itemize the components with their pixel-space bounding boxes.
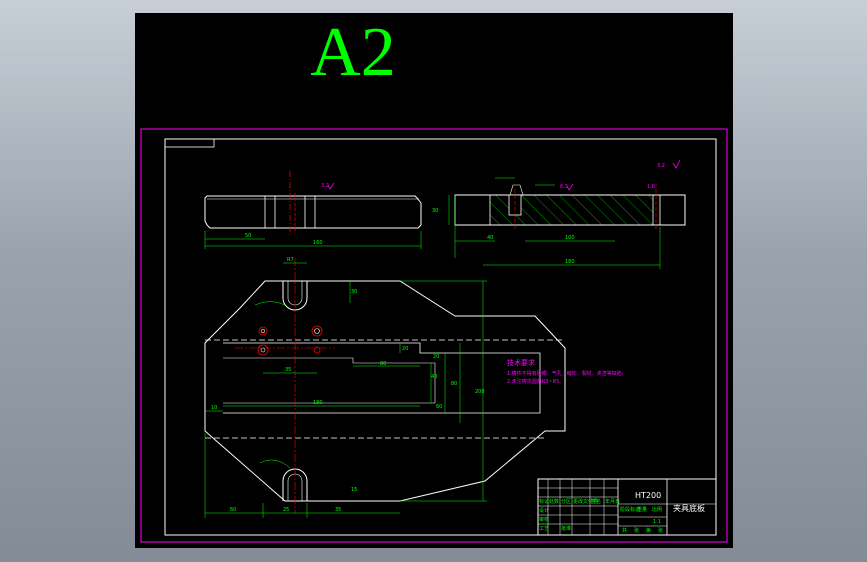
plan-height-c: 40 xyxy=(431,374,437,380)
tb-bottom-2: 张 xyxy=(634,527,639,534)
tb-header-3: 分区 xyxy=(561,498,571,505)
front-width-dim: 160 xyxy=(313,240,323,246)
hole-top-right xyxy=(311,325,323,337)
plan-bottom-left: 60 xyxy=(230,507,236,513)
outer-frame xyxy=(140,128,728,543)
plan-left-offset: 10 xyxy=(211,405,217,411)
section-roughness-mark-right: 1.6 xyxy=(647,184,655,190)
tb-bottom-1: 共 xyxy=(622,527,627,534)
plan-right-margin: 15 xyxy=(351,487,357,493)
plan-height-a: 80 xyxy=(451,381,457,387)
front-left-dim: 50 xyxy=(245,233,251,239)
section-offset-dim: 40 xyxy=(487,235,493,241)
drawing-canvas: A2 3.2 160 50 3.2 180 100 40 30 6.3 1.6 … xyxy=(140,14,728,543)
tb-row-2: 审核 xyxy=(539,516,549,523)
tb-header-2: 处数 xyxy=(549,498,559,505)
plan-view: 200 80 60 40 20 R7 30 180 80 10 35 20 60… xyxy=(204,257,566,518)
plan-inner-span: 20 xyxy=(402,346,408,352)
sheet-size-label: A2 xyxy=(310,14,396,91)
tb-part-name: 夹具底板 xyxy=(673,503,705,513)
tb-bottom-4: 张 xyxy=(658,527,663,534)
tb-row-1: 设计 xyxy=(539,507,549,514)
tech-note-1: 1.铸件不得有砂眼、气孔、缩松、裂纹、夹渣等缺陷; xyxy=(507,370,624,377)
tb-stage-2: 重量 xyxy=(637,506,647,513)
roughness-symbol-icon xyxy=(672,159,681,169)
section-view: 180 100 40 30 6.3 1.6 xyxy=(432,177,686,269)
roughness-mark: 3.2 xyxy=(657,163,665,169)
front-roughness-mark: 3.2 xyxy=(321,183,329,189)
tb-header-5: 签名 xyxy=(591,498,601,505)
tb-header-1: 标记 xyxy=(539,498,549,505)
section-height-dim: 30 xyxy=(432,208,438,214)
drawing-sheet: A2 3.2 160 50 3.2 180 100 40 30 6.3 1.6 … xyxy=(135,13,733,548)
plan-slot-height: 30 xyxy=(351,289,357,295)
section-overall-dim: 180 xyxy=(565,259,575,265)
plan-outline xyxy=(204,280,566,502)
section-roughness-mark: 6.3 xyxy=(560,184,568,190)
title-block: 标记 处数 分区 更改文件号 签名 年月日 设计 审核 工艺 批准 HT200 … xyxy=(537,478,717,536)
plan-hole-spacing: 35 xyxy=(285,367,291,373)
front-view-outline xyxy=(204,195,422,229)
tech-note-2: 2.未注铸造圆角R3~R5。 xyxy=(507,378,564,385)
plan-height-d: 20 xyxy=(433,354,439,360)
tb-row-3: 工艺 xyxy=(539,526,549,532)
plan-height-b: 60 xyxy=(436,404,442,410)
tb-material: HT200 xyxy=(635,491,661,500)
plan-mid-width: 80 xyxy=(380,361,386,367)
plan-bottom-mid: 25 xyxy=(283,507,289,513)
tb-header-6: 年月日 xyxy=(605,498,620,505)
plan-width-dim: 180 xyxy=(313,400,323,406)
plan-height-dim: 200 xyxy=(475,389,485,395)
tb-scale: 1:1 xyxy=(653,519,661,525)
tb-row-4: 批准 xyxy=(561,525,571,532)
hole-bottom-left xyxy=(257,344,269,356)
reference-box xyxy=(164,138,215,148)
plan-slot-dim: R7 xyxy=(287,257,294,263)
section-inner-dim: 100 xyxy=(565,235,575,241)
tb-bottom-3: 第 xyxy=(646,527,651,534)
tb-stage-3: 比例 xyxy=(652,506,662,513)
plan-bottom-right: 35 xyxy=(335,507,341,513)
tech-notes-title: 技术要求 xyxy=(507,358,535,367)
front-view: 160 50 3.2 xyxy=(204,171,422,249)
hole-top-left xyxy=(258,326,268,336)
